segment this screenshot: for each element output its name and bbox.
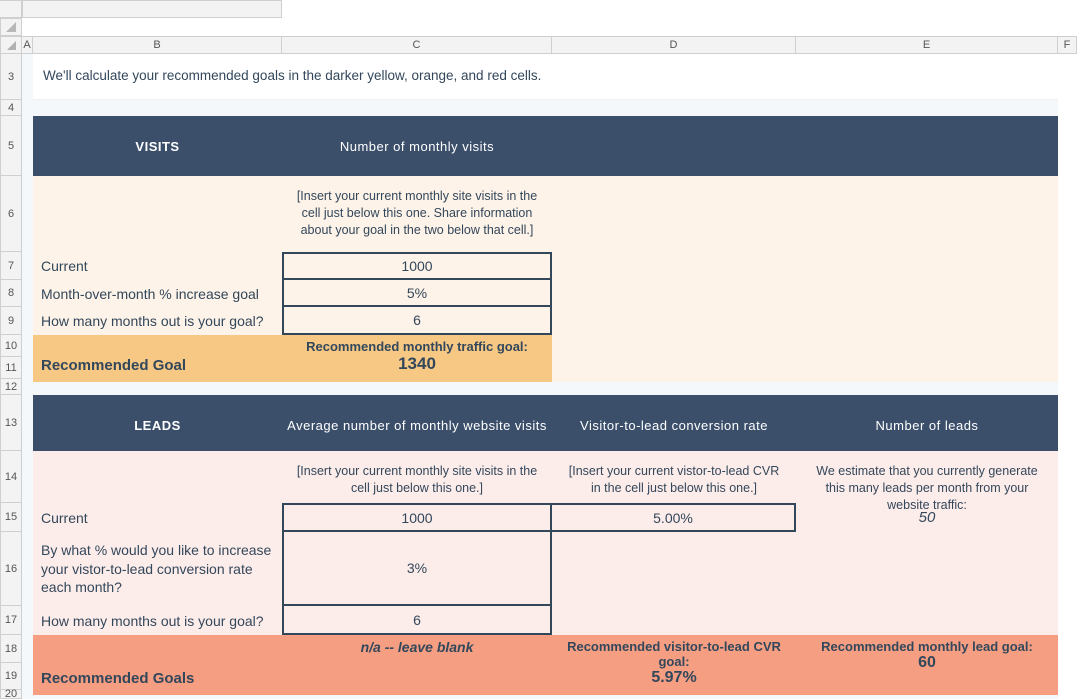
- visits-months-label: How many months out is your goal?: [33, 307, 282, 335]
- visits-current-label: Current: [33, 252, 282, 280]
- leads-hint-e: We estimate that you currently generate …: [796, 451, 1058, 503]
- col-headers: A B C D E: [22, 36, 1058, 54]
- row-header[interactable]: 3: [0, 54, 22, 100]
- visits-body: [Insert your current monthly site visits…: [33, 176, 1058, 335]
- visits-rec-value: 1340: [288, 354, 546, 374]
- leads-col-e: Number of leads: [796, 418, 1058, 433]
- visits-header: VISITS Number of monthly visits: [33, 116, 1058, 176]
- row-headers: 3 4 5 6 7 8 9 10 11 12 13 14 15 16 17 18…: [0, 54, 22, 699]
- col-a-gap: [22, 116, 33, 176]
- leads-current-leads-value: 50: [796, 503, 1058, 532]
- leads-rec-cvr-caption: Recommended visitor-to-lead CVR goal:: [558, 639, 790, 669]
- leads-body: [Insert your current monthly site visits…: [33, 451, 1058, 635]
- visits-rec-caption: Recommended monthly traffic goal:: [288, 339, 546, 354]
- row-header[interactable]: 20: [0, 690, 22, 699]
- select-all[interactable]: [0, 36, 22, 54]
- leads-header: LEADS Average number of monthly website …: [33, 395, 1058, 455]
- col-a-gap: [22, 335, 33, 382]
- row-header[interactable]: 9: [0, 307, 22, 335]
- row-header[interactable]: 14: [0, 451, 22, 503]
- row-header[interactable]: 6: [0, 176, 22, 252]
- leads-rec-leads-caption: Recommended monthly lead goal:: [802, 639, 1052, 654]
- visits-months-input[interactable]: 6: [282, 307, 552, 335]
- visits-col-c: Number of monthly visits: [282, 139, 552, 154]
- col-a-gap: [22, 635, 33, 695]
- row-header[interactable]: 12: [0, 379, 22, 395]
- row-header[interactable]: 13: [0, 395, 22, 451]
- col-header-B[interactable]: B: [33, 36, 282, 54]
- col-a-gap: [22, 395, 33, 455]
- row-header[interactable]: 18: [0, 635, 22, 663]
- outer: A B C D E F 3 4 5 6 7 8 9 10 11 12 13 14…: [0, 36, 1077, 699]
- visits-recommended: Recommended Goal Recommended monthly tra…: [33, 335, 1058, 382]
- row-header[interactable]: 15: [0, 503, 22, 532]
- visits-mom-label: Month-over-month % increase goal: [33, 280, 282, 307]
- leads-hint-d: [Insert your current vistor-to-lead CVR …: [552, 451, 796, 503]
- leads-col-d: Visitor-to-lead conversion rate: [552, 418, 796, 433]
- leads-hint-c: [Insert your current monthly site visits…: [282, 451, 552, 503]
- select-all-triangle-icon: [6, 40, 16, 50]
- selectall-corner[interactable]: [22, 0, 282, 18]
- sheet-content: We'll calculate your recommended goals i…: [22, 54, 1058, 699]
- visits-current-input[interactable]: 1000: [282, 252, 552, 280]
- visits-rec-label: Recommended Goal: [33, 335, 282, 382]
- col-header-D[interactable]: D: [552, 36, 796, 54]
- leads-months-label: How many months out is your goal?: [33, 606, 282, 635]
- leads-months-input[interactable]: 6: [282, 606, 552, 635]
- col-header-C[interactable]: C: [282, 36, 552, 54]
- row-header[interactable]: 17: [0, 606, 22, 635]
- visits-hint: [Insert your current monthly site visits…: [282, 176, 552, 252]
- leads-pct-input[interactable]: 3%: [282, 532, 552, 606]
- leads-title: LEADS: [33, 418, 282, 433]
- row-header[interactable]: 8: [0, 280, 22, 307]
- sheet-grid: A: [0, 18, 1077, 36]
- leads-col-c: Average number of monthly website visits: [282, 418, 552, 433]
- leads-rec-label: Recommended Goals: [33, 635, 282, 695]
- leads-rec-leads-value: 60: [802, 654, 1052, 672]
- visits-mom-input[interactable]: 5%: [282, 280, 552, 307]
- leads-current-cvr-input[interactable]: 5.00%: [552, 503, 796, 532]
- spreadsheet: [0, 0, 1077, 18]
- col-header-A[interactable]: [0, 0, 22, 18]
- leads-recommended: Recommended Goals n/a -- leave blank Rec…: [33, 635, 1058, 695]
- col-header-F[interactable]: F: [1058, 36, 1077, 54]
- gap: [22, 100, 1058, 116]
- leads-current-visits-input[interactable]: 1000: [282, 503, 552, 532]
- col-header-A[interactable]: A: [22, 36, 33, 54]
- row-header[interactable]: 7: [0, 252, 22, 280]
- leads-current-label: Current: [33, 503, 282, 532]
- row-header[interactable]: 4: [0, 100, 22, 116]
- visits-title: VISITS: [33, 139, 282, 154]
- instruction-text: We'll calculate your recommended goals i…: [33, 54, 1058, 100]
- col-a-gap: [22, 176, 33, 335]
- leads-rec-blank-value: n/a -- leave blank: [288, 639, 546, 655]
- col-header-E[interactable]: E: [796, 36, 1058, 54]
- row-header[interactable]: 10: [0, 335, 22, 357]
- row-header[interactable]: 11: [0, 357, 22, 379]
- col-a-gap: [22, 451, 33, 635]
- row-header[interactable]: 19: [0, 663, 22, 690]
- col-a-gap: [22, 54, 33, 100]
- row-header[interactable]: 5: [0, 116, 22, 176]
- leads-pct-label: By what % would you like to increase you…: [33, 532, 282, 606]
- col-F-blank: [1058, 54, 1077, 699]
- leads-rec-cvr-value: 5.97%: [558, 669, 790, 687]
- corner[interactable]: [0, 18, 22, 36]
- row-header[interactable]: 16: [0, 532, 22, 606]
